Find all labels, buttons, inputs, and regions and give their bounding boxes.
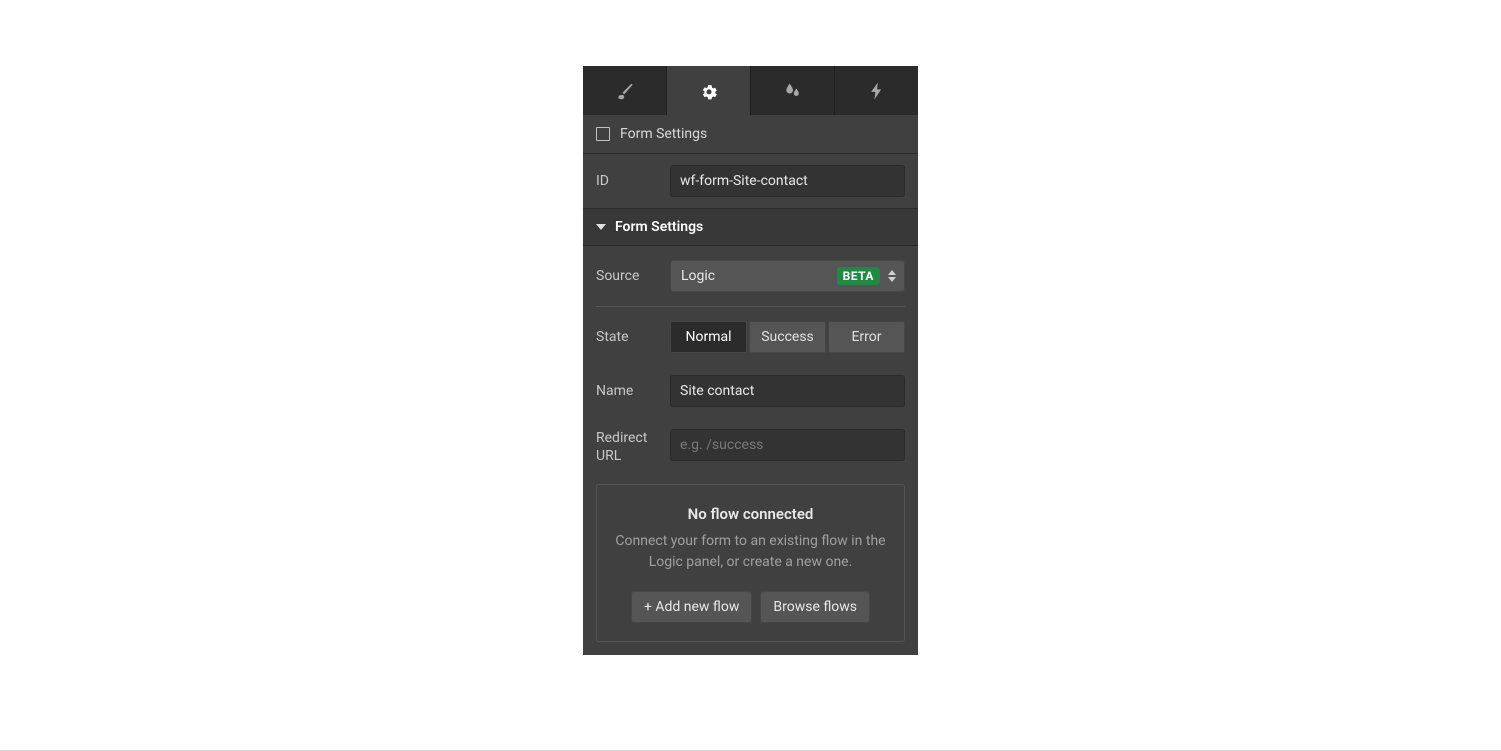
panel-tabs xyxy=(583,66,918,115)
flow-actions: + Add new flow Browse flows xyxy=(615,591,886,623)
add-new-flow-button[interactable]: + Add new flow xyxy=(631,591,752,623)
id-input[interactable] xyxy=(670,165,905,197)
flow-title: No flow connected xyxy=(615,505,886,523)
redirect-input[interactable] xyxy=(670,429,905,461)
select-caret-icon xyxy=(888,270,896,282)
settings-panel: Form Settings ID Form Settings Source Lo… xyxy=(583,66,918,655)
source-select-value: Logic xyxy=(681,268,829,284)
beta-badge: BETA xyxy=(837,267,880,285)
browse-flows-button[interactable]: Browse flows xyxy=(760,591,870,623)
lightning-icon xyxy=(867,81,887,101)
source-row: Source Logic BETA xyxy=(583,246,918,306)
state-option-success[interactable]: Success xyxy=(749,321,826,353)
state-segmented: Normal Success Error xyxy=(670,321,905,353)
name-input[interactable] xyxy=(670,375,905,407)
tab-interactions[interactable] xyxy=(835,66,918,115)
brush-icon xyxy=(615,81,635,101)
flow-description: Connect your form to an existing flow in… xyxy=(615,531,886,573)
panel-title: Form Settings xyxy=(620,126,707,142)
panel-header: Form Settings xyxy=(583,115,918,154)
redirect-row: Redirect URL xyxy=(583,418,918,476)
flow-card: No flow connected Connect your form to a… xyxy=(596,484,905,642)
droplets-icon xyxy=(783,81,803,101)
state-label: State xyxy=(596,329,658,345)
id-label: ID xyxy=(596,173,658,189)
source-label: Source xyxy=(596,268,658,284)
chevron-down-icon xyxy=(596,224,606,230)
id-row: ID xyxy=(583,154,918,209)
name-label: Name xyxy=(596,383,658,399)
tab-style[interactable] xyxy=(583,66,667,115)
state-option-normal[interactable]: Normal xyxy=(670,321,747,353)
tab-effects[interactable] xyxy=(751,66,835,115)
source-select[interactable]: Logic BETA xyxy=(670,260,905,292)
form-settings-section-header[interactable]: Form Settings xyxy=(583,209,918,246)
form-icon xyxy=(596,127,610,141)
tab-settings[interactable] xyxy=(667,66,751,115)
gear-icon xyxy=(699,81,719,101)
name-row: Name xyxy=(583,364,918,418)
state-row: State Normal Success Error xyxy=(583,307,918,364)
section-title: Form Settings xyxy=(615,219,703,235)
redirect-label: Redirect URL xyxy=(596,429,658,465)
state-option-error[interactable]: Error xyxy=(828,321,905,353)
